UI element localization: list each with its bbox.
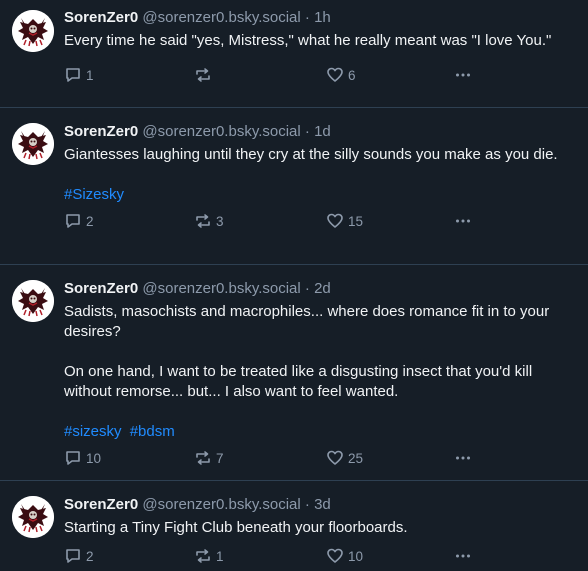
speech-bubble-icon (66, 549, 80, 563)
post-paragraph: Every time he said "yes, Mistress," what… (64, 32, 552, 49)
winged-skull-avatar-icon (12, 496, 54, 538)
hashtag-link[interactable]: #Sizesky (64, 186, 124, 203)
ellipsis-icon (456, 554, 470, 558)
heart-icon (327, 548, 343, 563)
like-count: 15 (348, 213, 364, 229)
heart-icon (327, 67, 343, 82)
author-handle[interactable]: @sorenzer0.bsky.social (142, 123, 300, 140)
post-timestamp[interactable]: 3d (314, 496, 331, 513)
repost-arrows-icon (196, 451, 210, 465)
reply-count: 2 (86, 548, 94, 564)
post-paragraph: Starting a Tiny Fight Club beneath your … (64, 519, 408, 536)
post-actions: 10 7 25 (64, 448, 580, 468)
author-display-name[interactable]: SorenZer0 (64, 280, 138, 297)
ellipsis-icon (456, 219, 470, 223)
repost-button[interactable]: 3 (194, 211, 224, 231)
reply-button[interactable]: 1 (64, 65, 94, 85)
post-paragraph: Sadists, masochists and macrophiles... w… (64, 303, 550, 340)
hashtag-link[interactable]: #sizesky (64, 423, 122, 440)
post-text: Giantesses laughing until they cry at th… (64, 145, 580, 165)
author-display-name[interactable]: SorenZer0 (64, 123, 138, 140)
like-count: 25 (348, 450, 364, 466)
meta-separator: · (304, 123, 310, 140)
hashtag-link[interactable]: #bdsm (130, 423, 175, 440)
winged-skull-avatar-icon (12, 280, 54, 322)
like-count: 6 (348, 67, 356, 83)
post-header: SorenZer0 @sorenzer0.bsky.social · 2d (64, 279, 580, 299)
repost-button[interactable]: 1 (194, 546, 224, 566)
like-button[interactable]: 25 (326, 448, 363, 468)
winged-skull-avatar-icon (12, 10, 54, 52)
more-options-button[interactable] (454, 65, 472, 85)
post-item[interactable]: SorenZer0 @sorenzer0.bsky.social · 1d Gi… (0, 108, 588, 265)
post-item[interactable]: SorenZer0 @sorenzer0.bsky.social · 1h Ev… (0, 0, 588, 108)
post-actions: 1 6 (64, 65, 580, 85)
like-count: 10 (348, 548, 364, 564)
speech-bubble-icon (66, 68, 80, 82)
repost-count: 7 (216, 450, 224, 466)
post-paragraph: Giantesses laughing until they cry at th… (64, 146, 558, 163)
post-timestamp[interactable]: 1h (314, 9, 331, 26)
post-timestamp[interactable]: 2d (314, 280, 331, 297)
like-button[interactable]: 15 (326, 211, 363, 231)
reply-button[interactable]: 10 (64, 448, 101, 468)
repost-button[interactable] (194, 65, 216, 85)
avatar[interactable] (12, 496, 54, 538)
avatar[interactable] (12, 123, 54, 165)
hashtag-list: #Sizesky (64, 185, 580, 205)
author-display-name[interactable]: SorenZer0 (64, 9, 138, 26)
post-item[interactable]: SorenZer0 @sorenzer0.bsky.social · 3d St… (0, 481, 588, 571)
repost-count: 3 (216, 213, 224, 229)
like-button[interactable]: 6 (326, 65, 356, 85)
post-paragraph: On one hand, I want to be treated like a… (64, 363, 533, 400)
post-feed: SorenZer0 @sorenzer0.bsky.social · 1h Ev… (0, 0, 588, 571)
post-header: SorenZer0 @sorenzer0.bsky.social · 3d (64, 495, 580, 515)
author-handle[interactable]: @sorenzer0.bsky.social (142, 280, 300, 297)
heart-icon (327, 450, 343, 465)
repost-count: 1 (216, 548, 224, 564)
more-options-button[interactable] (454, 448, 472, 468)
repost-arrows-icon (196, 68, 210, 82)
speech-bubble-icon (66, 214, 80, 228)
post-header: SorenZer0 @sorenzer0.bsky.social · 1h (64, 8, 580, 28)
post-timestamp[interactable]: 1d (314, 123, 331, 140)
author-display-name[interactable]: SorenZer0 (64, 496, 138, 513)
ellipsis-icon (456, 73, 470, 77)
post-header: SorenZer0 @sorenzer0.bsky.social · 1d (64, 122, 580, 142)
meta-separator: · (304, 280, 310, 297)
avatar[interactable] (12, 10, 54, 52)
post-actions: 2 1 10 (64, 546, 580, 566)
repost-arrows-icon (196, 214, 210, 228)
post-text: Every time he said "yes, Mistress," what… (64, 31, 580, 51)
reply-button[interactable]: 2 (64, 546, 94, 566)
heart-icon (327, 213, 343, 228)
reply-count: 10 (86, 450, 102, 466)
winged-skull-avatar-icon (12, 123, 54, 165)
hashtag-list: #sizesky #bdsm (64, 422, 580, 442)
post-text: Starting a Tiny Fight Club beneath your … (64, 518, 580, 538)
meta-separator: · (304, 496, 310, 513)
repost-button[interactable]: 7 (194, 448, 224, 468)
more-options-button[interactable] (454, 211, 472, 231)
post-actions: 2 3 15 (64, 211, 580, 231)
avatar[interactable] (12, 280, 54, 322)
reply-button[interactable]: 2 (64, 211, 94, 231)
author-handle[interactable]: @sorenzer0.bsky.social (142, 496, 300, 513)
reply-count: 1 (86, 67, 94, 83)
meta-separator: · (304, 9, 310, 26)
post-text: Sadists, masochists and macrophiles... w… (64, 302, 580, 402)
like-button[interactable]: 10 (326, 546, 363, 566)
author-handle[interactable]: @sorenzer0.bsky.social (142, 9, 300, 26)
repost-arrows-icon (196, 549, 210, 563)
speech-bubble-icon (66, 451, 80, 465)
post-item[interactable]: SorenZer0 @sorenzer0.bsky.social · 2d Sa… (0, 265, 588, 481)
ellipsis-icon (456, 456, 470, 460)
reply-count: 2 (86, 213, 94, 229)
more-options-button[interactable] (454, 546, 472, 566)
